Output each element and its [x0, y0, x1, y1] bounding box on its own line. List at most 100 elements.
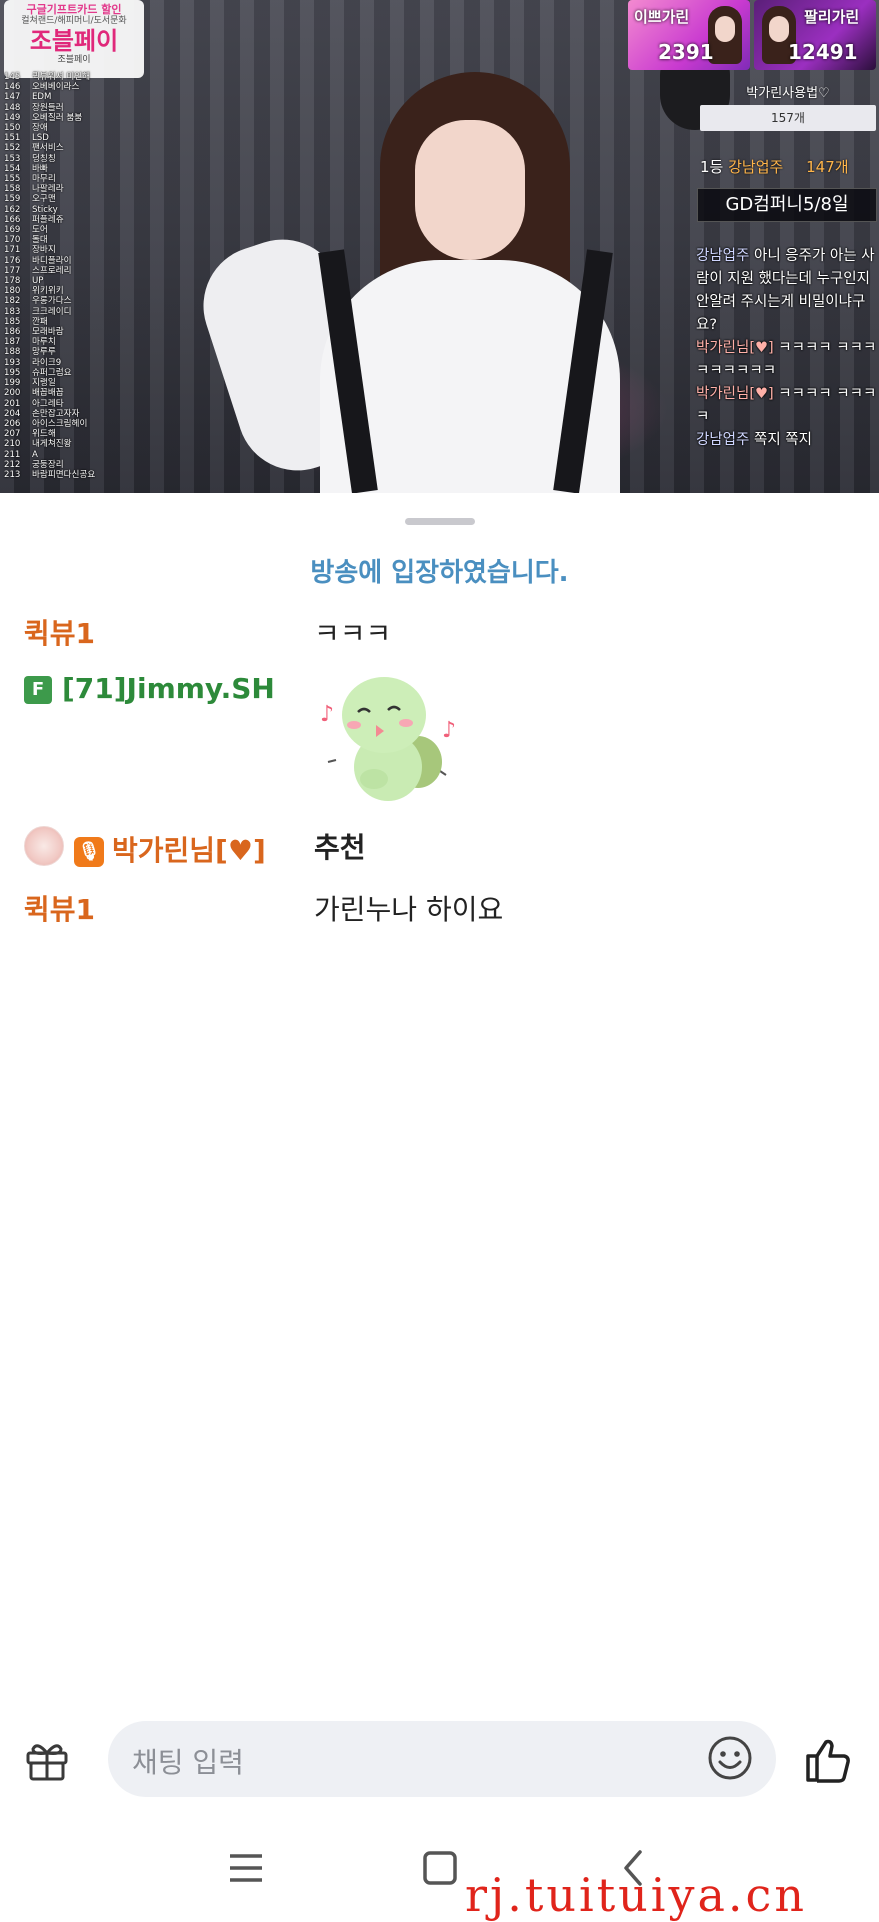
drag-handle[interactable]	[405, 518, 475, 525]
thumbs-up-icon[interactable]	[802, 1734, 854, 1786]
overlay-chat-name: 강남업주	[696, 248, 750, 264]
ranking-name: 위키위키	[32, 286, 64, 297]
ranking-number: 201	[4, 398, 21, 409]
streamer	[180, 60, 650, 493]
overlay-chat-name: 박가린님[♥]	[696, 340, 774, 356]
ranking-name: 장애	[32, 123, 48, 134]
ranking-name: 마무리	[32, 174, 56, 185]
ranking-number: 182	[4, 296, 21, 307]
svg-text:♪: ♪	[442, 718, 456, 743]
ad-main-text: 조블페이	[29, 27, 119, 55]
ranking-row: 180 위키위키	[4, 286, 164, 296]
chat-message: 퀵뷰1 ㅋㅋㅋ	[0, 612, 879, 656]
ranking-number: 147	[4, 92, 21, 103]
ranking-row: 207 위드해	[4, 429, 164, 439]
ranking-row: 159 오구맨	[4, 194, 164, 204]
overlay-chat-text: 쪽지 쪽지	[753, 432, 812, 448]
thumbnail-number: 2391	[658, 40, 714, 64]
ranking-number: 213	[4, 469, 21, 480]
ranking-row: 162 Sticky	[4, 205, 164, 215]
ranking-row: 213 바람피면다신공요	[4, 470, 164, 480]
home-icon[interactable]	[410, 1838, 470, 1898]
ranking-row: 176 바디플라이	[4, 256, 164, 266]
ranking-name: 마루치	[32, 337, 56, 348]
ranking-name: 라이크9	[32, 357, 62, 368]
ranking-number: 146	[4, 82, 21, 93]
ranking-number: 159	[4, 194, 21, 205]
ranking-number: 188	[4, 347, 21, 358]
gift-icon[interactable]	[24, 1737, 70, 1783]
ranking-number: 153	[4, 153, 21, 164]
rank-name: 강남업주	[728, 158, 784, 176]
watermark-text: rj.tuituiya.cn	[465, 1868, 807, 1922]
ranking-number: 149	[4, 112, 21, 123]
ranking-name: UP	[32, 276, 44, 287]
chat-text: ㅋㅋㅋ	[314, 617, 392, 650]
chat-text: 가린누나 하이요	[314, 893, 504, 926]
ranking-row: 149 오베질러 붐붐	[4, 113, 164, 123]
ranking-row: 154 바빠	[4, 164, 164, 174]
streamer-face	[415, 120, 525, 260]
ranking-row: 199 지랭일	[4, 378, 164, 388]
ranking-number: 170	[4, 235, 21, 246]
overlay-chat-message: 박가린님[♥] ㅋㅋㅋㅋ ㅋㅋㅋㅋㅋㅋㅋㅋㅋ	[696, 337, 879, 383]
ranking-row: 152 팬서비스	[4, 143, 164, 153]
ranking-name: 바디플라이	[32, 255, 72, 266]
promo-thumbnail-1: 이쁘가린 2391	[628, 0, 750, 70]
ranking-row: 169 도어	[4, 225, 164, 235]
mic-icon: 🎙	[74, 837, 104, 867]
ranking-number: 158	[4, 184, 21, 195]
ranking-row: 178 UP	[4, 276, 164, 286]
chat-nickname[interactable]: 🎙 박가린님[♥]	[24, 826, 266, 869]
ranking-row: 148 장원들러	[4, 103, 164, 113]
top-rank-line: 1등 강남업주 147개	[700, 156, 876, 177]
ranking-number: 204	[4, 408, 21, 419]
ranking-number: 178	[4, 276, 21, 287]
ranking-row: 186 모래바람	[4, 327, 164, 337]
ranking-name: 오구맨	[32, 194, 56, 205]
thumbnail-number: 12491	[788, 40, 858, 64]
ranking-row: 212 궁둥장리	[4, 460, 164, 470]
ranking-number: 211	[4, 449, 21, 460]
ranking-name: LSD	[32, 133, 49, 144]
ranking-row: 185 깐패	[4, 317, 164, 327]
video-player[interactable]: 구글기프트카드 할인 컬쳐랜드/해피머니/도서문화 조블페이 조블페이 145 퀵…	[0, 0, 879, 493]
ranking-row: 210 내게쳐진왕	[4, 439, 164, 449]
chat-nickname[interactable]: 퀵뷰1	[24, 888, 95, 928]
ranking-row: 188 망루루	[4, 347, 164, 357]
ranking-name: 깐패	[32, 316, 48, 327]
overlay-chat-message: 강남업주 쪽지 쪽지	[696, 429, 879, 452]
ranking-row: 170 돌대	[4, 235, 164, 245]
ranking-number: 200	[4, 388, 21, 399]
chat-nickname[interactable]: 퀵뷰1	[24, 612, 95, 652]
chat-nickname[interactable]: F [71]Jimmy.SH	[24, 672, 275, 705]
ranking-name: 바람피면다신공요	[32, 469, 96, 480]
chat-input[interactable]: 채팅 입력	[108, 1721, 776, 1797]
ranking-name: 도어	[32, 225, 48, 236]
ranking-number: 152	[4, 143, 21, 154]
ranking-number: 186	[4, 327, 21, 338]
ranking-row: 211 A	[4, 450, 164, 460]
chat-text: 추천	[314, 831, 366, 864]
ranking-number: 177	[4, 265, 21, 276]
ranking-name: 손만잡고자자	[32, 408, 80, 419]
overlay-chat-message: 박가린님[♥] ㅋㅋㅋㅋ ㅋㅋㅋㅋ	[696, 383, 879, 429]
ranking-number: 183	[4, 306, 21, 317]
ranking-row: 195 슈퍼그럼요	[4, 368, 164, 378]
emoji-icon[interactable]	[706, 1734, 754, 1782]
ranking-name: 나팔레라	[32, 184, 64, 195]
ranking-number: 180	[4, 286, 21, 297]
ranking-number: 169	[4, 225, 21, 236]
ranking-name: 모래바람	[32, 327, 64, 338]
menu-icon[interactable]	[216, 1838, 276, 1898]
chat-message: 퀵뷰1 가린누나 하이요	[0, 888, 879, 932]
ranking-row: 158 나팔레라	[4, 184, 164, 194]
ad-top-line: 구글기프트카드 할인	[26, 3, 122, 16]
ranking-name: 스프로레리	[32, 265, 72, 276]
ranking-name: 오베질러 붐붐	[32, 112, 83, 123]
ranking-name: 궁둥장리	[32, 459, 64, 470]
ranking-row: 145 퀵뷰워셔 미인해	[4, 72, 164, 82]
ranking-name: A	[32, 449, 38, 460]
avatar	[24, 826, 64, 866]
ranking-number: 207	[4, 429, 21, 440]
